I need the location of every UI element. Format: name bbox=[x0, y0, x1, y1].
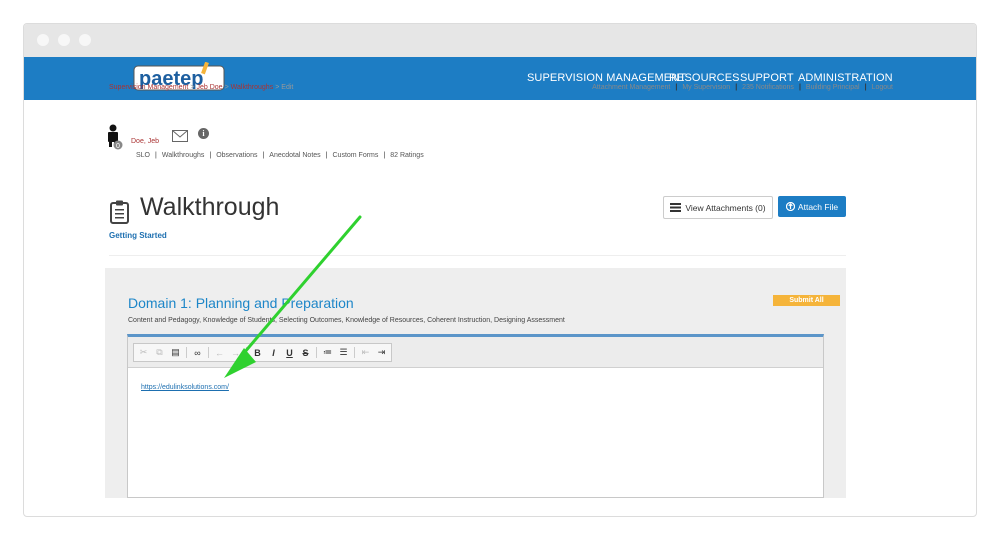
numbered-list-icon[interactable]: ≔ bbox=[322, 347, 333, 358]
nav-support[interactable]: SUPPORT bbox=[740, 72, 794, 84]
list-icon bbox=[670, 203, 682, 212]
view-attachments-button[interactable]: View Attachments (0) bbox=[663, 196, 773, 219]
copy-icon[interactable]: ⧉ bbox=[154, 347, 165, 358]
link-logout[interactable]: Logout bbox=[872, 84, 893, 91]
rich-text-editor[interactable]: ✂ ⧉ ▤ ∞ ← → B I U S ≔ ☰ ⇤ ⇥ https://edul… bbox=[127, 334, 824, 498]
info-icon[interactable]: i bbox=[198, 128, 209, 139]
link-divider: | bbox=[325, 152, 328, 159]
domain-title: Domain 1: Planning and Preparation bbox=[128, 295, 354, 311]
link-divider: | bbox=[155, 152, 157, 159]
user-badge-count: 0 bbox=[116, 143, 120, 150]
user-link-custom-forms[interactable]: Custom Forms bbox=[333, 152, 379, 159]
breadcrumb-separator: > bbox=[275, 84, 280, 91]
editor-toolbar-area: ✂ ⧉ ▤ ∞ ← → B I U S ≔ ☰ ⇤ ⇥ bbox=[128, 337, 823, 368]
nav-resources[interactable]: RESOURCES bbox=[669, 72, 740, 84]
user-link-walkthroughs[interactable]: Walkthroughs bbox=[162, 152, 205, 159]
link-divider: | bbox=[735, 84, 738, 91]
toolbar-separator bbox=[208, 347, 209, 358]
cut-icon[interactable]: ✂ bbox=[138, 347, 149, 358]
nav-supervision-management[interactable]: SUPERVISION MANAGEMENT bbox=[527, 72, 686, 84]
link-divider: | bbox=[383, 152, 386, 159]
minimize-window-dot[interactable] bbox=[58, 34, 70, 46]
breadcrumb-edit: Edit bbox=[281, 84, 294, 91]
nav-administration[interactable]: ADMINISTRATION bbox=[798, 72, 893, 84]
domain-description: Content and Pedagogy, Knowledge of Stude… bbox=[128, 317, 565, 324]
user-link-observations[interactable]: Observations bbox=[216, 152, 257, 159]
link-divider: | bbox=[864, 84, 867, 91]
paste-icon[interactable]: ▤ bbox=[170, 347, 181, 358]
outdent-icon[interactable]: ⇤ bbox=[360, 347, 371, 358]
toolbar-separator bbox=[316, 347, 317, 358]
link-divider: | bbox=[262, 152, 265, 159]
link-attachment-management[interactable]: Attachment Management bbox=[592, 84, 670, 91]
page-title: Walkthrough bbox=[140, 193, 280, 221]
user-link-slo[interactable]: SLO bbox=[136, 152, 150, 159]
getting-started-link[interactable]: Getting Started bbox=[109, 231, 167, 240]
submit-all-button[interactable]: Submit All bbox=[773, 295, 840, 306]
link-divider: | bbox=[209, 152, 212, 159]
user-links: SLO | Walkthroughs | Observations | Anecdotal … bbox=[136, 152, 424, 159]
upload-icon bbox=[785, 202, 795, 211]
user-name[interactable]: Doe, Jeb bbox=[131, 138, 159, 145]
window-titlebar bbox=[24, 24, 976, 57]
link-icon[interactable]: ∞ bbox=[192, 348, 203, 358]
link-building-principal[interactable]: Building Principal bbox=[806, 84, 860, 91]
close-window-dot[interactable] bbox=[37, 34, 49, 46]
indent-icon[interactable]: ⇥ bbox=[376, 347, 387, 358]
link-divider: | bbox=[675, 84, 678, 91]
undo-icon[interactable]: ← bbox=[214, 348, 225, 358]
user-link-anecdotal-notes[interactable]: Anecdotal Notes bbox=[269, 152, 320, 159]
editor-content-link[interactable]: https://edulinksolutions.com/ bbox=[141, 384, 229, 391]
breadcrumb-walkthroughs[interactable]: Walkthroughs bbox=[231, 84, 274, 91]
bold-icon[interactable]: B bbox=[252, 348, 263, 358]
strikethrough-icon[interactable]: S bbox=[300, 348, 311, 358]
underline-icon[interactable]: U bbox=[284, 348, 295, 358]
breadcrumb-supervision-management[interactable]: Supervision Management bbox=[109, 84, 188, 91]
toolbar-separator bbox=[186, 347, 187, 358]
breadcrumb-separator: > bbox=[224, 84, 229, 91]
top-navbar: paetep SUPERVISION MANAGEMENT RESOURCES … bbox=[24, 57, 976, 100]
person-icon: 0 bbox=[108, 124, 123, 150]
divider bbox=[109, 255, 846, 256]
breadcrumb-separator: > bbox=[190, 84, 195, 91]
view-attachments-label: View Attachments (0) bbox=[685, 202, 766, 213]
toolbar-separator bbox=[246, 347, 247, 358]
maximize-window-dot[interactable] bbox=[79, 34, 91, 46]
clipboard-icon bbox=[110, 200, 129, 224]
toolbar-separator bbox=[354, 347, 355, 358]
attach-file-label: Attach File bbox=[797, 201, 839, 212]
breadcrumb: Supervision Management > Jeb Doe > Walkthrou… bbox=[109, 84, 293, 91]
link-notifications[interactable]: 235 Notifications bbox=[742, 84, 794, 91]
user-link-ratings[interactable]: 82 Ratings bbox=[390, 152, 423, 159]
top-links: Attachment Management | My Supervision | 235… bbox=[592, 84, 893, 91]
redo-icon[interactable]: → bbox=[230, 348, 241, 358]
editor-toolbar: ✂ ⧉ ▤ ∞ ← → B I U S ≔ ☰ ⇤ ⇥ bbox=[133, 343, 392, 362]
italic-icon[interactable]: I bbox=[268, 348, 279, 358]
link-my-supervision[interactable]: My Supervision bbox=[682, 84, 730, 91]
attach-file-button[interactable]: Attach File bbox=[778, 196, 846, 217]
link-divider: | bbox=[798, 84, 801, 91]
mail-icon[interactable] bbox=[172, 130, 188, 142]
breadcrumb-jeb-doe[interactable]: Jeb Doe bbox=[196, 84, 222, 91]
bulleted-list-icon[interactable]: ☰ bbox=[338, 347, 349, 358]
